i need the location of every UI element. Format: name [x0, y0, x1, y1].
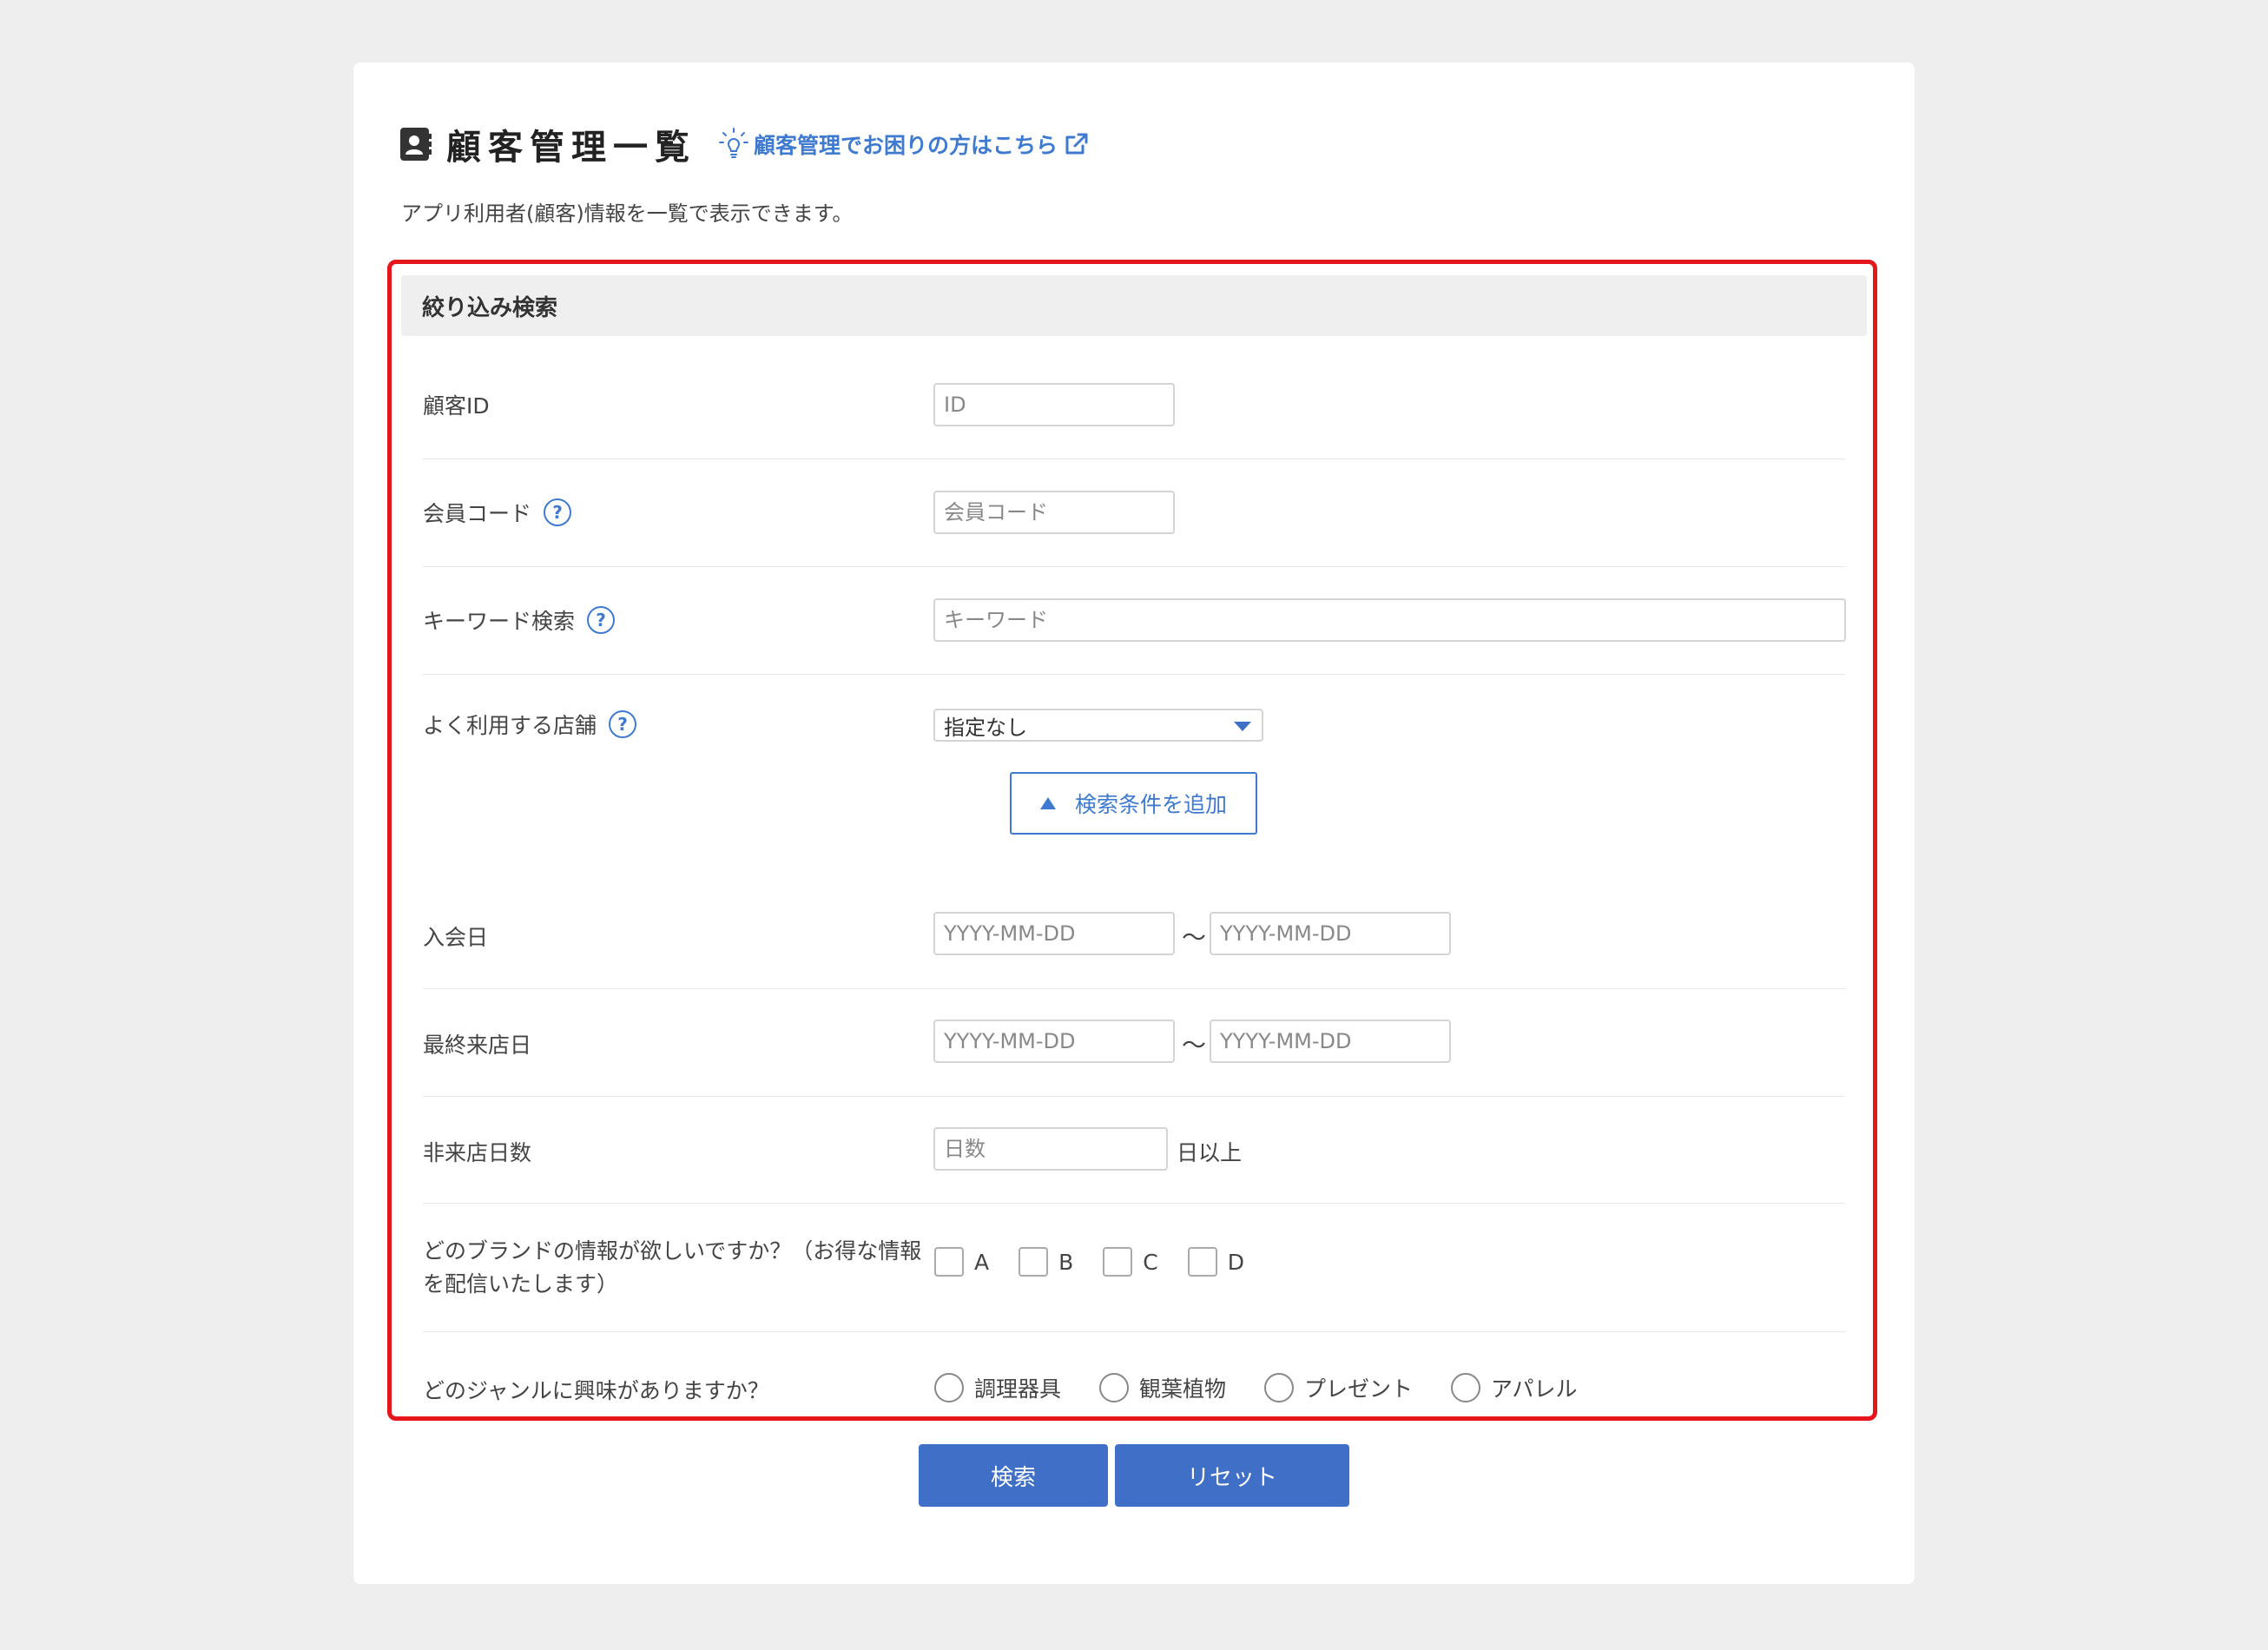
- customer-id-label: 顧客ID: [423, 389, 490, 420]
- checkbox-label: A: [974, 1249, 990, 1275]
- brand-checkbox-c[interactable]: C: [1103, 1247, 1158, 1277]
- last-visit-to-input[interactable]: [1210, 1020, 1451, 1063]
- row-divider: [423, 1203, 1845, 1204]
- member-code-label-text: 会員コード: [423, 501, 532, 526]
- keyword-label: キーワード検索 ?: [423, 604, 616, 636]
- range-separator: 〜: [1182, 923, 1207, 952]
- join-date-from-input[interactable]: [933, 912, 1175, 955]
- help-question-icon[interactable]: ?: [544, 498, 572, 526]
- last-visit-label: 最終来店日: [423, 1028, 531, 1059]
- join-date-to-input[interactable]: [1210, 912, 1451, 955]
- genre-label: どのジャンルに興味がありますか？: [423, 1374, 769, 1405]
- help-link-label: 顧客管理でお困りの方はこちら: [754, 133, 1058, 158]
- store-label: よく利用する店舗 ?: [423, 709, 637, 740]
- brand-label-line2: を配信いたします）: [423, 1271, 619, 1297]
- page-title: 顧客管理一覧: [446, 128, 696, 168]
- help-question-icon[interactable]: ?: [587, 606, 616, 634]
- customer-id-label-text: 顧客ID: [423, 393, 490, 419]
- genre-radio-houseplants[interactable]: 観葉植物: [1099, 1372, 1226, 1403]
- genre-radio-group: 調理器具 観葉植物 プレゼント アパレル: [934, 1372, 1616, 1403]
- address-book-icon: [400, 128, 432, 161]
- store-select[interactable]: 指定なし: [933, 709, 1263, 742]
- external-link-icon: [1065, 133, 1088, 155]
- radio-circle[interactable]: [934, 1373, 964, 1402]
- radio-label: アパレル: [1491, 1376, 1578, 1402]
- customer-id-input[interactable]: [933, 383, 1175, 426]
- keyword-label-text: キーワード検索: [423, 609, 576, 634]
- range-separator: 〜: [1182, 1031, 1207, 1059]
- triangle-up-icon: [1039, 797, 1056, 809]
- no-visit-days-label: 非来店日数: [423, 1136, 531, 1167]
- brand-checkbox-group: A B C D: [934, 1247, 1274, 1277]
- radio-circle[interactable]: [1099, 1373, 1130, 1402]
- radio-label: プレゼント: [1304, 1376, 1414, 1402]
- checkbox-box[interactable]: [1187, 1247, 1217, 1277]
- no-visit-days-label-text: 非来店日数: [423, 1140, 532, 1165]
- keyword-input[interactable]: [933, 598, 1846, 642]
- genre-label-text: どのジャンルに興味がありますか？: [423, 1378, 769, 1403]
- store-label-text: よく利用する店舗: [423, 713, 597, 738]
- no-visit-days-suffix: 日以上: [1177, 1140, 1243, 1165]
- add-condition-button[interactable]: 検索条件を追加: [1010, 772, 1257, 835]
- lightbulb-icon: [719, 128, 748, 158]
- radio-circle[interactable]: [1264, 1373, 1295, 1402]
- store-select-value: 指定なし: [944, 715, 1027, 740]
- member-code-input[interactable]: [933, 491, 1175, 534]
- add-condition-label: 検索条件を追加: [1074, 792, 1227, 817]
- checkbox-label: B: [1058, 1249, 1074, 1275]
- row-divider: [423, 1331, 1845, 1332]
- checkbox-label: C: [1143, 1249, 1158, 1275]
- join-date-label-text: 入会日: [423, 925, 489, 950]
- brand-label-line1: どのブランドの情報が欲しいですか？（お得な情報: [423, 1238, 922, 1264]
- genre-radio-apparel[interactable]: アパレル: [1451, 1372, 1578, 1403]
- genre-radio-cookware[interactable]: 調理器具: [934, 1372, 1061, 1403]
- reset-button[interactable]: リセット: [1115, 1444, 1349, 1507]
- checkbox-box[interactable]: [1103, 1247, 1133, 1277]
- chevron-down-icon: [1234, 722, 1251, 731]
- join-date-label: 入会日: [423, 921, 488, 952]
- checkbox-label: D: [1227, 1249, 1244, 1275]
- member-code-label: 会員コード ?: [423, 497, 572, 528]
- last-visit-label-text: 最終来店日: [423, 1033, 532, 1058]
- brand-checkbox-d[interactable]: D: [1187, 1247, 1244, 1277]
- checkbox-box[interactable]: [1019, 1247, 1049, 1277]
- help-link[interactable]: 顧客管理でお困りの方はこちら: [719, 128, 1094, 161]
- no-visit-days-input[interactable]: [933, 1127, 1168, 1171]
- radio-label: 観葉植物: [1139, 1376, 1227, 1402]
- filter-heading: 絞り込み検索: [401, 275, 1867, 336]
- row-divider: [423, 1096, 1845, 1097]
- brand-checkbox-b[interactable]: B: [1019, 1247, 1073, 1277]
- page-description: アプリ利用者(顧客)情報を一覧で表示できます。: [401, 201, 854, 226]
- last-visit-from-input[interactable]: [933, 1020, 1175, 1063]
- page-header: 顧客管理一覧 顧客管理でお困りの方はこちら: [399, 122, 1094, 168]
- radio-label: 調理器具: [974, 1376, 1062, 1402]
- genre-radio-gift[interactable]: プレゼント: [1264, 1372, 1413, 1403]
- radio-circle[interactable]: [1451, 1373, 1481, 1402]
- help-question-icon[interactable]: ?: [609, 710, 637, 738]
- row-divider: [423, 566, 1845, 567]
- search-button[interactable]: 検索: [919, 1444, 1108, 1507]
- row-divider: [423, 988, 1845, 989]
- checkbox-box[interactable]: [934, 1247, 964, 1277]
- brand-label: どのブランドの情報が欲しいですか？（お得な情報 を配信いたします）: [423, 1235, 921, 1301]
- row-divider: [423, 674, 1845, 675]
- brand-checkbox-a[interactable]: A: [934, 1247, 989, 1277]
